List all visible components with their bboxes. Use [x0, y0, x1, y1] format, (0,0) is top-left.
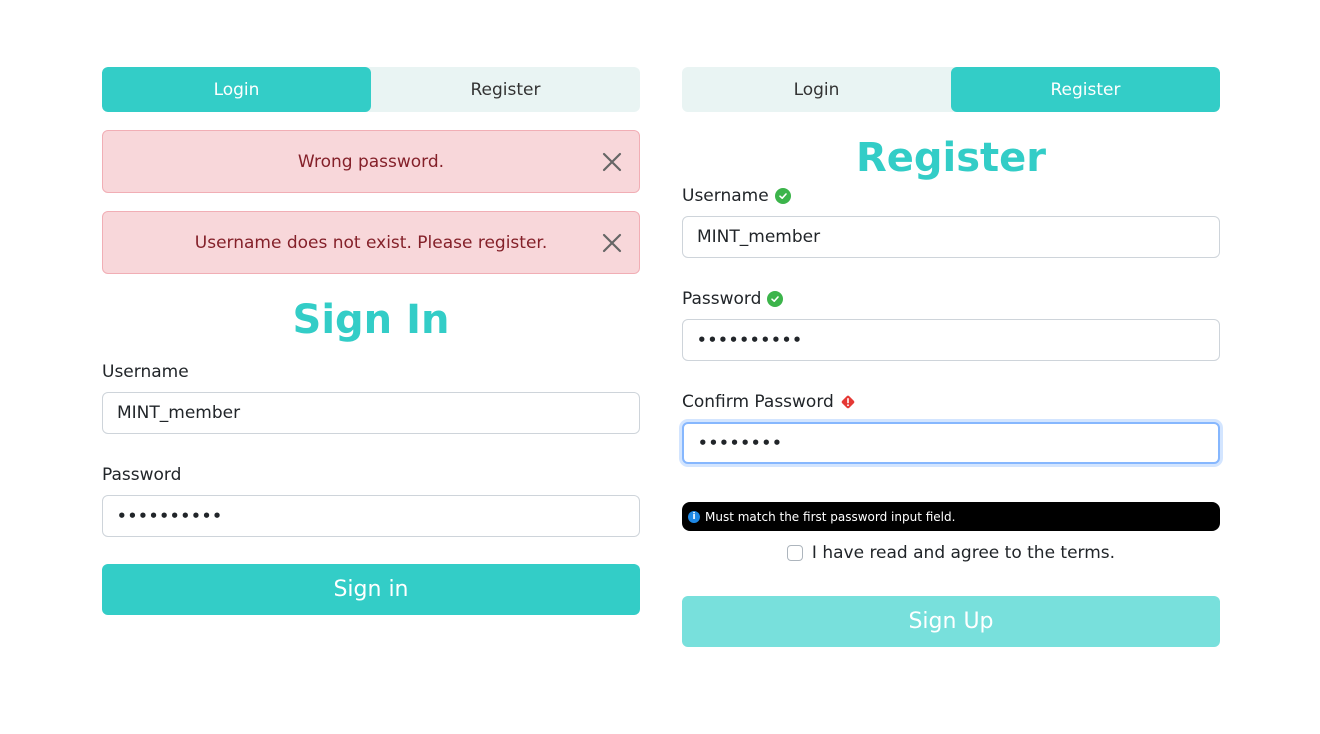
password-input[interactable]: •••••••••• [102, 495, 640, 537]
alert-wrong-password: Wrong password. [102, 130, 640, 193]
username-input[interactable]: MINT_member [102, 392, 640, 434]
reg-password-field-group: Password •••••••••• [682, 287, 1220, 361]
reg-password-value: •••••••••• [697, 331, 803, 349]
reg-password-label: Password [682, 287, 1220, 311]
sign-up-button[interactable]: Sign Up [682, 596, 1220, 647]
username-field-group: Username MINT_member [102, 360, 640, 434]
reg-username-label: Username [682, 184, 1220, 208]
tab-register[interactable]: Register [951, 67, 1220, 112]
validation-tooltip: i Must match the first password input fi… [682, 502, 1220, 531]
auth-tabs: Login Register [682, 67, 1220, 112]
terms-label[interactable]: I have read and agree to the terms. [812, 543, 1115, 563]
password-label-text: Password [102, 465, 182, 485]
info-icon: i [688, 510, 700, 523]
confirm-password-field-group: Confirm Password •••••••• [682, 390, 1220, 464]
tab-register[interactable]: Register [371, 67, 640, 112]
reg-password-input[interactable]: •••••••••• [682, 319, 1220, 361]
terms-checkbox[interactable] [786, 545, 803, 561]
username-label: Username [102, 360, 640, 384]
terms-row: I have read and agree to the terms. [682, 541, 1220, 565]
reg-username-field-group: Username MINT_member [682, 184, 1220, 258]
alert-username-not-exist: Username does not exist. Please register… [102, 211, 640, 274]
reg-username-value: MINT_member [697, 227, 821, 247]
close-icon[interactable] [601, 232, 623, 254]
validation-tooltip-text: Must match the first password input fiel… [705, 509, 956, 524]
tab-login[interactable]: Login [682, 67, 951, 112]
auth-tabs: Login Register [102, 67, 640, 112]
check-circle-icon [774, 188, 791, 204]
password-value: •••••••••• [117, 507, 223, 525]
tab-login[interactable]: Login [102, 67, 371, 112]
check-circle-icon [767, 291, 784, 307]
alert-message: Username does not exist. Please register… [194, 232, 548, 253]
username-label-text: Username [102, 362, 189, 382]
register-panel: Login Register Register Username MINT_me… [682, 67, 1220, 647]
sign-in-button[interactable]: Sign in [102, 564, 640, 615]
page-title: Register [855, 135, 1047, 181]
password-label: Password [102, 463, 640, 487]
password-field-group: Password •••••••••• [102, 463, 640, 537]
username-value: MINT_member [117, 403, 241, 423]
reg-password-label-text: Password [682, 289, 762, 309]
alert-message: Wrong password. [297, 151, 445, 172]
login-panel: Login Register Wrong password. Username … [102, 67, 640, 615]
page-title: Sign In [292, 297, 450, 343]
confirm-password-value: •••••••• [698, 434, 783, 452]
confirm-password-label-text: Confirm Password [682, 392, 834, 412]
confirm-password-input[interactable]: •••••••• [682, 422, 1220, 464]
reg-username-label-text: Username [682, 186, 769, 206]
reg-username-input[interactable]: MINT_member [682, 216, 1220, 258]
confirm-password-label: Confirm Password [682, 390, 1220, 414]
close-icon[interactable] [601, 151, 623, 173]
error-diamond-icon [840, 394, 856, 410]
